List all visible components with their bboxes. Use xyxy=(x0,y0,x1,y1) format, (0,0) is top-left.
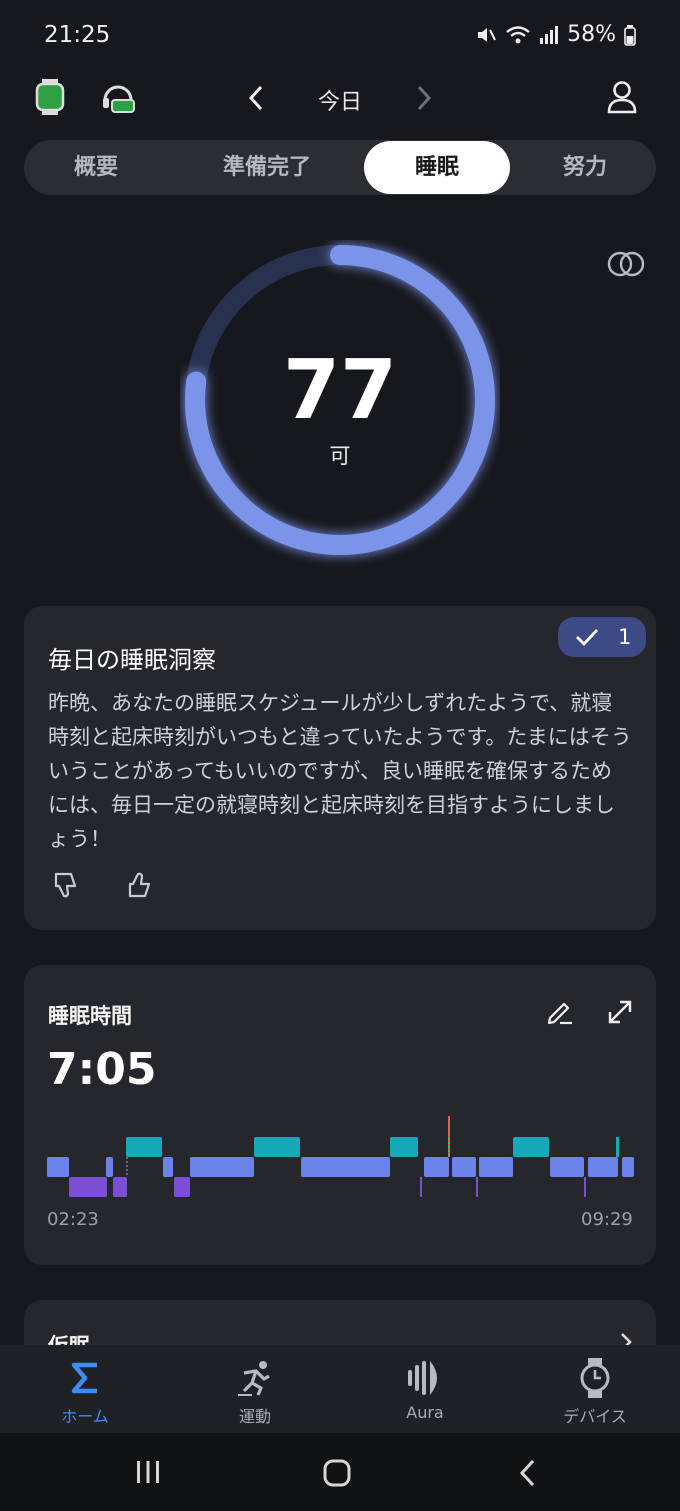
mute-icon xyxy=(478,27,496,42)
date-label: 今日 xyxy=(317,90,362,115)
check-icon xyxy=(576,629,599,647)
nav-home[interactable]: ホーム xyxy=(0,1345,170,1433)
nav-aura-label: Aura xyxy=(406,1403,444,1422)
sleep-end-time: 09:29 xyxy=(581,1209,633,1230)
insight-body: 昨晩、あなたの睡眠スケジュールが少しずれたようで、就寝時刻と起床時刻がいつもと違… xyxy=(48,691,632,851)
tab-overview[interactable]: 概要 xyxy=(24,140,168,195)
thumbs-down-icon[interactable] xyxy=(52,870,82,900)
edit-icon[interactable] xyxy=(546,998,574,1026)
tab-readiness[interactable]: 準備完了 xyxy=(182,140,352,195)
tab-sleep[interactable]: 睡眠 xyxy=(364,141,510,194)
signal-icon xyxy=(540,25,559,44)
expand-icon[interactable] xyxy=(606,998,634,1026)
awake-segments xyxy=(126,1137,619,1157)
sleep-duration-value: 7:05 xyxy=(47,1044,157,1095)
status-time: 21:25 xyxy=(44,22,111,48)
nav-home-label: ホーム xyxy=(61,1407,109,1426)
nav-exercise-label: 運動 xyxy=(238,1407,271,1426)
status-icons: 58% xyxy=(475,22,636,47)
system-navigation-bar xyxy=(0,1433,680,1511)
back-icon[interactable] xyxy=(516,1458,540,1488)
insight-badge[interactable]: 1 xyxy=(558,617,646,657)
battery-icon xyxy=(624,24,636,46)
insight-title: 毎日の睡眠洞察 xyxy=(48,646,216,674)
nav-devices[interactable]: デバイス xyxy=(510,1345,680,1433)
next-day-button[interactable] xyxy=(414,84,434,119)
insight-badge-count: 1 xyxy=(618,625,632,649)
watch-icon xyxy=(580,1358,610,1398)
thumbs-up-icon[interactable] xyxy=(126,870,156,900)
sleep-score-rating: 可 xyxy=(329,444,351,468)
home-icon[interactable] xyxy=(322,1458,352,1488)
aura-icon xyxy=(408,1361,437,1395)
sleep-score-value: 77 xyxy=(282,343,398,438)
sleep-start-time: 02:23 xyxy=(47,1209,99,1230)
tab-bar: 概要 準備完了 睡眠 努力 xyxy=(24,140,656,195)
battery-percent: 58% xyxy=(567,22,616,47)
chevron-right-icon xyxy=(417,85,432,111)
wifi-icon xyxy=(506,25,530,43)
recent-apps-icon[interactable] xyxy=(134,1459,162,1485)
nav-aura[interactable]: Aura xyxy=(340,1345,510,1433)
sleep-duration-title: 睡眠時間 xyxy=(48,1004,132,1028)
compare-icon[interactable] xyxy=(606,248,646,280)
sigma-icon xyxy=(71,1362,97,1394)
deep-sleep-segments xyxy=(69,1177,586,1197)
running-icon xyxy=(238,1361,270,1396)
nav-exercise[interactable]: 運動 xyxy=(170,1345,340,1433)
nav-devices-label: デバイス xyxy=(563,1407,627,1426)
bottom-nav: ホーム 運動 Aura デバイス xyxy=(0,1345,680,1433)
profile-icon[interactable] xyxy=(606,80,638,114)
light-sleep-segments xyxy=(47,1157,634,1177)
tab-effort[interactable]: 努力 xyxy=(514,140,656,195)
sleep-stage-chart xyxy=(47,1116,634,1197)
